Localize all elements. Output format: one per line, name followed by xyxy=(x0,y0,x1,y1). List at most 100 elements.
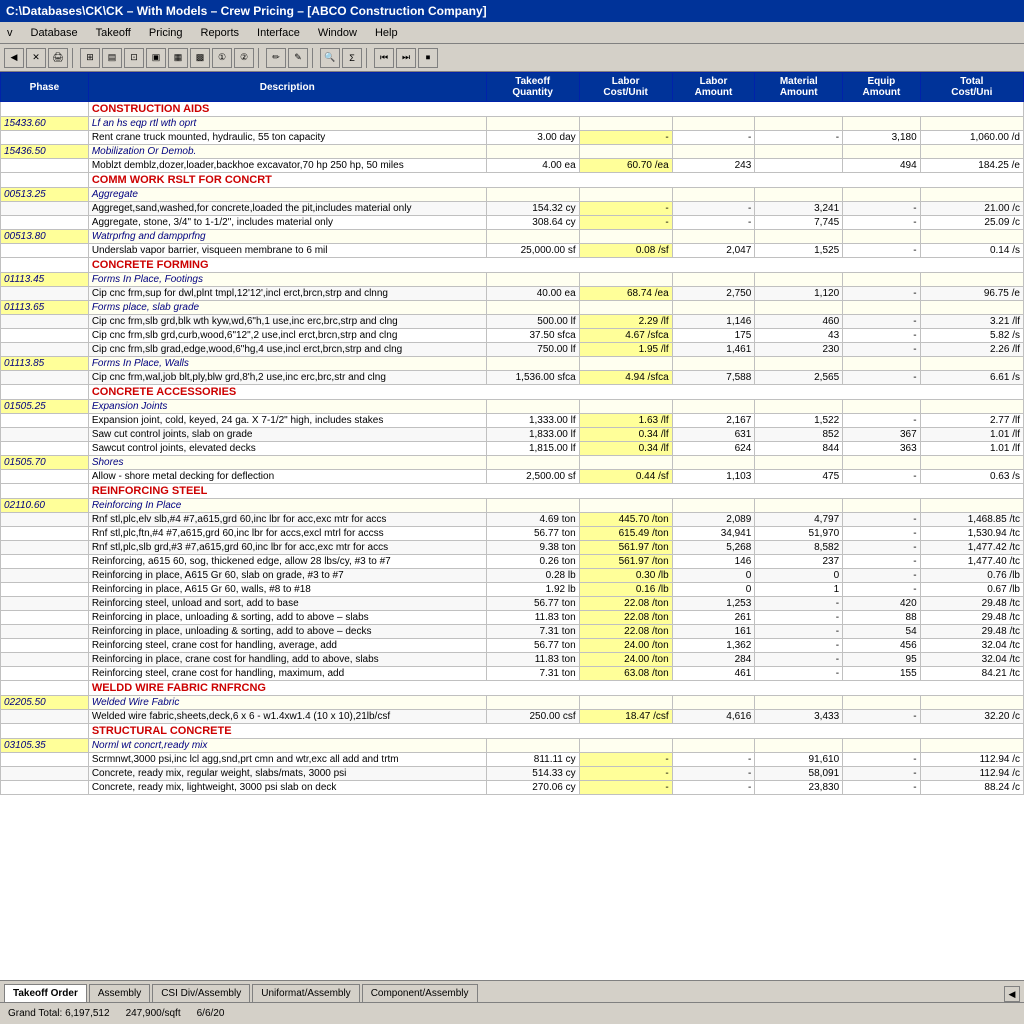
table-row[interactable]: Reinforcing steel, unload and sort, add … xyxy=(1,597,1024,611)
cell-labor-amt xyxy=(672,188,755,202)
table-row[interactable]: Cip cnc frm,slb grd,curb,wood,6"12",2 us… xyxy=(1,329,1024,343)
table-row[interactable]: Sawcut control joints, elevated decks 1,… xyxy=(1,442,1024,456)
tab-scroll-left[interactable]: ◀ xyxy=(1004,986,1020,1002)
table-row[interactable]: 01505.25 Expansion Joints xyxy=(1,400,1024,414)
table-row[interactable]: Underslab vapor barrier, visqueen membra… xyxy=(1,244,1024,258)
table-row[interactable]: Reinforcing, a615 60, sog, thickened edg… xyxy=(1,555,1024,569)
table-row[interactable]: 02110.60 Reinforcing In Place xyxy=(1,499,1024,513)
table-row[interactable]: 15433.60 Lf an hs eqp rtl wth oprt xyxy=(1,117,1024,131)
cell-phase xyxy=(1,527,89,541)
toolbar-btn-11[interactable]: ② xyxy=(234,48,254,68)
cell-total: 2.26 /lf xyxy=(920,343,1023,357)
cell-qty: 11.83 ton xyxy=(486,611,579,625)
cell-desc-section: CONCRETE FORMING xyxy=(88,258,1023,273)
toolbar-btn-13[interactable]: ✎ xyxy=(288,48,308,68)
table-row[interactable]: Cip cnc frm,slb grd,blk wth kyw,wd,6"h,1… xyxy=(1,315,1024,329)
table-row[interactable]: 15436.50 Mobilization Or Demob. xyxy=(1,145,1024,159)
table-row[interactable]: REINFORCING STEEL xyxy=(1,484,1024,499)
cell-qty: 56.77 ton xyxy=(486,639,579,653)
table-row[interactable]: Aggregate, stone, 3/4" to 1-1/2", includ… xyxy=(1,216,1024,230)
table-row[interactable]: 01505.70 Shores xyxy=(1,456,1024,470)
table-row[interactable]: Concrete, ready mix, lightweight, 3000 p… xyxy=(1,781,1024,795)
cell-equip: - xyxy=(843,710,921,724)
grand-total-text: Grand Total: 6,197,512 xyxy=(8,1008,110,1019)
table-row[interactable]: Cip cnc frm,wal,job blt,ply,blw grd,8'h,… xyxy=(1,371,1024,385)
main-table-container[interactable]: Phase Description Takeoff Quantity Labor… xyxy=(0,72,1024,980)
table-row[interactable]: Allow - shore metal decking for deflecti… xyxy=(1,470,1024,484)
table-row[interactable]: Reinforcing steel, crane cost for handli… xyxy=(1,639,1024,653)
cell-desc: Concrete, ready mix, regular weight, sla… xyxy=(88,767,486,781)
table-row[interactable]: Rnf stl,plc,ftn,#4 #7,a615,grd 60,inc lb… xyxy=(1,527,1024,541)
table-row[interactable]: 01113.45 Forms In Place, Footings xyxy=(1,273,1024,287)
toolbar-btn-5[interactable]: ▤ xyxy=(102,48,122,68)
toolbar-btn-8[interactable]: ▦ xyxy=(168,48,188,68)
table-row[interactable]: CONCRETE ACCESSORIES xyxy=(1,385,1024,400)
cell-material xyxy=(755,230,843,244)
tab-takeoff-order[interactable]: Takeoff Order xyxy=(4,984,87,1002)
table-row[interactable]: CONCRETE FORMING xyxy=(1,258,1024,273)
menu-window[interactable]: Window xyxy=(315,26,360,40)
toolbar-btn-3[interactable]: 🖨 xyxy=(48,48,68,68)
cell-labor-amt: 2,089 xyxy=(672,513,755,527)
toolbar-btn-10[interactable]: ① xyxy=(212,48,232,68)
cell-equip: 3,180 xyxy=(843,131,921,145)
table-row[interactable]: Reinforcing in place, A615 Gr 60, slab o… xyxy=(1,569,1024,583)
table-row[interactable]: Scrmnwt,3000 psi,inc lcl agg,snd,prt cmn… xyxy=(1,753,1024,767)
cell-desc-section: REINFORCING STEEL xyxy=(88,484,1023,499)
table-row[interactable]: 02205.50 Welded Wire Fabric xyxy=(1,696,1024,710)
table-row[interactable]: 00513.80 Watrprfng and dampprfng xyxy=(1,230,1024,244)
cell-qty: 0.26 ton xyxy=(486,555,579,569)
cell-desc-section: WELDD WIRE FABRIC RNFRCNG xyxy=(88,681,1023,696)
table-row[interactable]: Expansion joint, cold, keyed, 24 ga. X 7… xyxy=(1,414,1024,428)
toolbar-btn-sigma[interactable]: Σ xyxy=(342,48,362,68)
table-row[interactable]: Cip cnc frm,slb grad,edge,wood,6"hg,4 us… xyxy=(1,343,1024,357)
toolbar-btn-6[interactable]: ⊡ xyxy=(124,48,144,68)
toolbar-btn-nav3[interactable]: ⏹ xyxy=(418,48,438,68)
table-row[interactable]: STRUCTURAL CONCRETE xyxy=(1,724,1024,739)
toolbar-btn-12[interactable]: ✏ xyxy=(266,48,286,68)
table-row[interactable]: Aggreget,sand,washed,for concrete,loaded… xyxy=(1,202,1024,216)
toolbar-btn-1[interactable]: ◀ xyxy=(4,48,24,68)
table-row[interactable]: Reinforcing in place, unloading & sortin… xyxy=(1,611,1024,625)
toolbar-btn-nav2[interactable]: ⏭ xyxy=(396,48,416,68)
toolbar-btn-4[interactable]: ⊞ xyxy=(80,48,100,68)
toolbar-btn-7[interactable]: ▣ xyxy=(146,48,166,68)
table-row[interactable]: Saw cut control joints, slab on grade 1,… xyxy=(1,428,1024,442)
toolbar-btn-nav1[interactable]: ⏮ xyxy=(374,48,394,68)
table-row[interactable]: Reinforcing in place, A615 Gr 60, walls,… xyxy=(1,583,1024,597)
menu-database[interactable]: Database xyxy=(28,26,81,40)
tab-assembly[interactable]: Assembly xyxy=(89,984,150,1002)
table-row[interactable]: Welded wire fabric,sheets,deck,6 x 6 - w… xyxy=(1,710,1024,724)
table-row[interactable]: Reinforcing in place, crane cost for han… xyxy=(1,653,1024,667)
tab-component[interactable]: Component/Assembly xyxy=(362,984,478,1002)
toolbar-btn-search[interactable]: 🔍 xyxy=(320,48,340,68)
tab-uniformat[interactable]: Uniformat/Assembly xyxy=(252,984,359,1002)
table-row[interactable]: Rnf stl,plc,slb grd,#3 #7,a615,grd 60,in… xyxy=(1,541,1024,555)
table-row[interactable]: 03105.35 Norml wt concrt,ready mix xyxy=(1,739,1024,753)
table-row[interactable]: 00513.25 Aggregate xyxy=(1,188,1024,202)
menu-v[interactable]: v xyxy=(4,26,16,40)
table-row[interactable]: Rent crane truck mounted, hydraulic, 55 … xyxy=(1,131,1024,145)
menu-takeoff[interactable]: Takeoff xyxy=(93,26,134,40)
menu-help[interactable]: Help xyxy=(372,26,401,40)
table-row[interactable]: Rnf stl,plc,elv slb,#4 #7,a615,grd 60,in… xyxy=(1,513,1024,527)
col-header-labor-cost: Labor Cost/Unit xyxy=(579,73,672,102)
table-row[interactable]: Cip cnc frm,sup for dwl,plnt tmpl,12'12'… xyxy=(1,287,1024,301)
toolbar-btn-2[interactable]: ✕ xyxy=(26,48,46,68)
menu-pricing[interactable]: Pricing xyxy=(146,26,186,40)
table-row[interactable]: 01113.65 Forms place, slab grade xyxy=(1,301,1024,315)
menu-interface[interactable]: Interface xyxy=(254,26,303,40)
menu-reports[interactable]: Reports xyxy=(198,26,243,40)
table-row[interactable]: Concrete, ready mix, regular weight, sla… xyxy=(1,767,1024,781)
table-row[interactable]: 01113.85 Forms In Place, Walls xyxy=(1,357,1024,371)
cell-total: 2.77 /lf xyxy=(920,414,1023,428)
table-row[interactable]: COMM WORK RSLT FOR CONCRT xyxy=(1,173,1024,188)
cell-total: 112.94 /c xyxy=(920,753,1023,767)
table-row[interactable]: WELDD WIRE FABRIC RNFRCNG xyxy=(1,681,1024,696)
table-row[interactable]: Reinforcing steel, crane cost for handli… xyxy=(1,667,1024,681)
table-row[interactable]: Reinforcing in place, unloading & sortin… xyxy=(1,625,1024,639)
table-row[interactable]: Moblzt demblz,dozer,loader,backhoe excav… xyxy=(1,159,1024,173)
table-row[interactable]: CONSTRUCTION AIDS xyxy=(1,102,1024,117)
tab-csi-div[interactable]: CSI Div/Assembly xyxy=(152,984,250,1002)
toolbar-btn-9[interactable]: ▩ xyxy=(190,48,210,68)
